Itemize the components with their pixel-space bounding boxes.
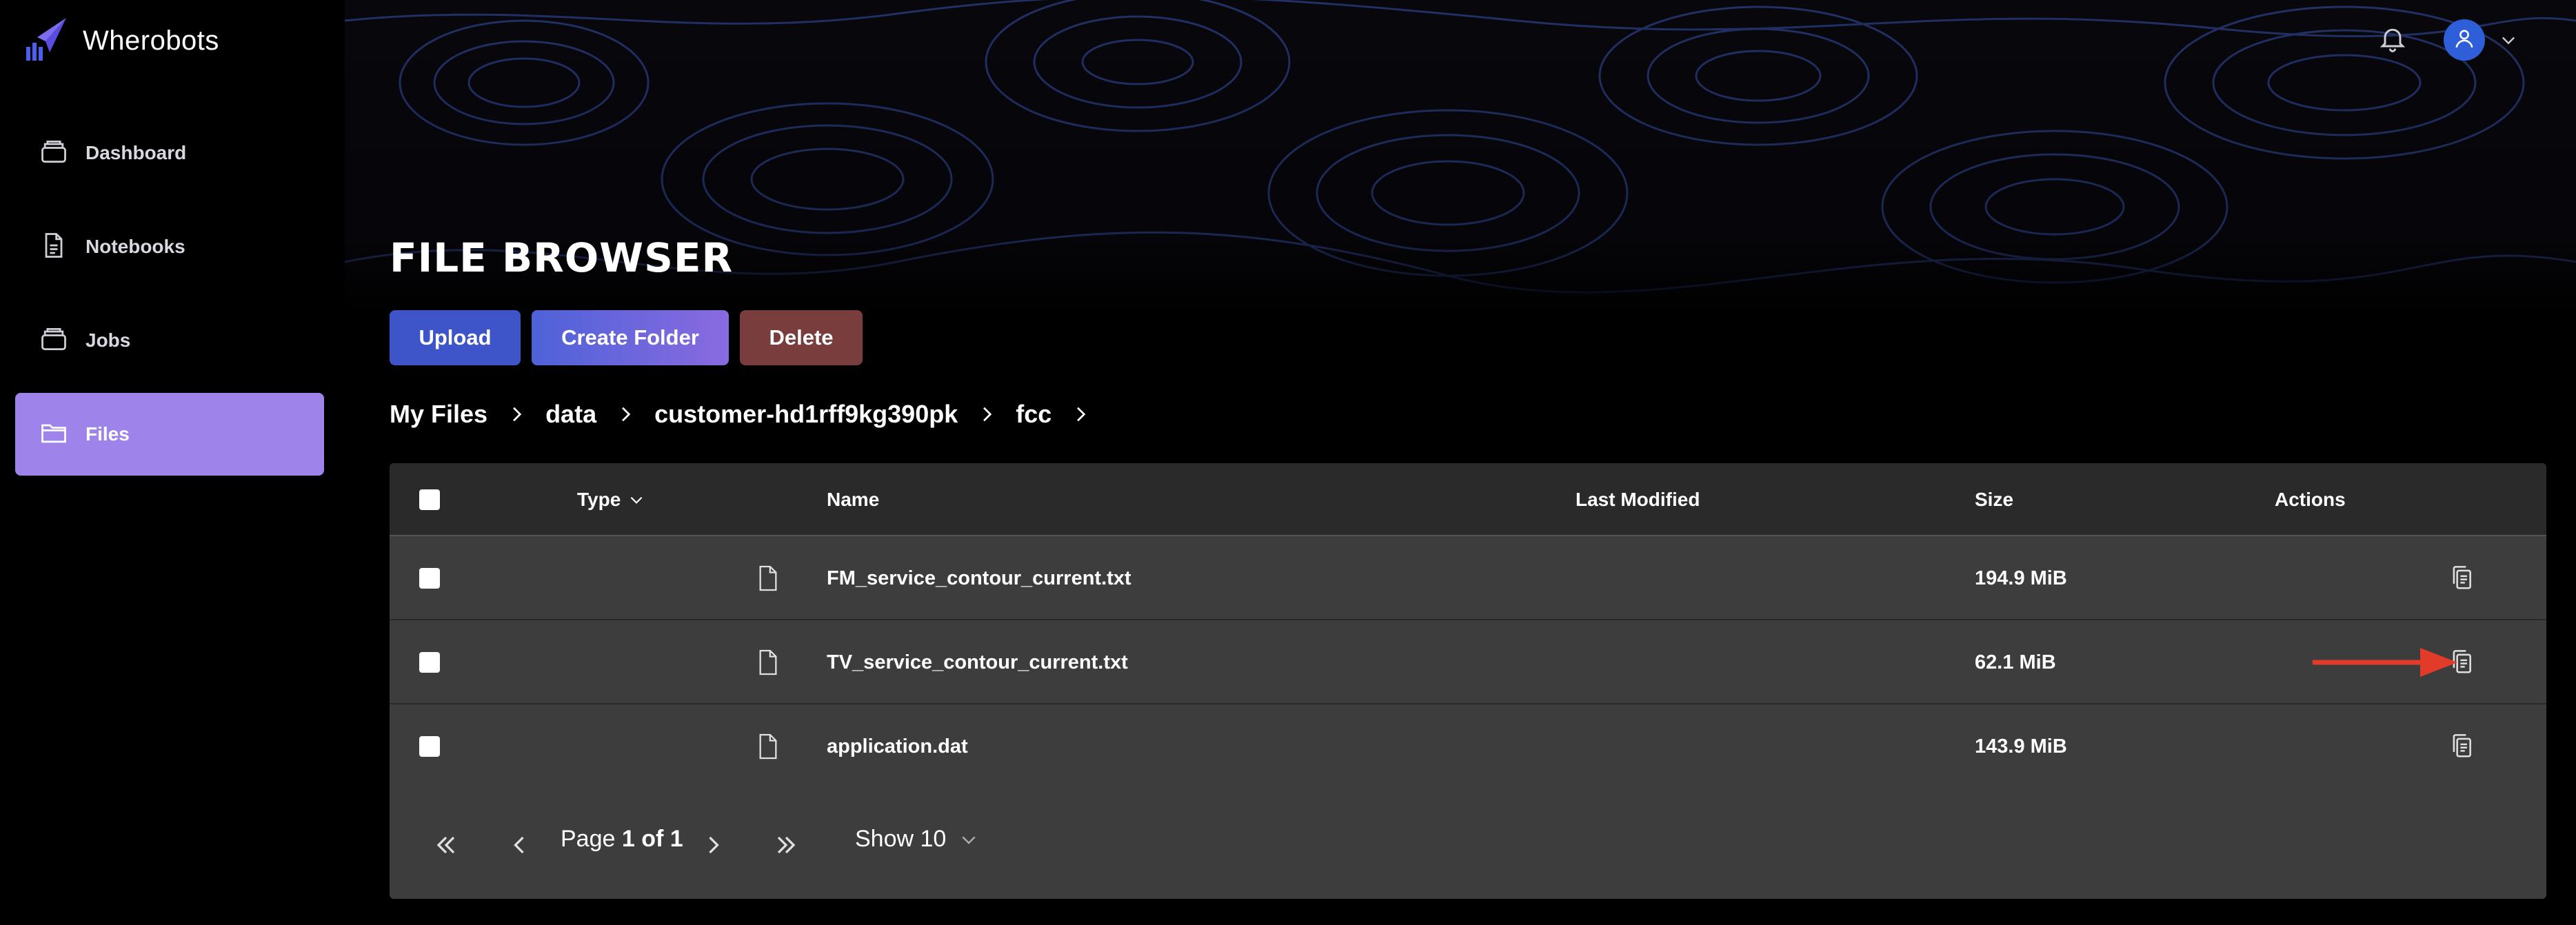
page-size-select[interactable]: Show 10 (855, 826, 979, 853)
breadcrumb-item-data[interactable]: data (545, 400, 596, 429)
table-row[interactable]: TV_service_contour_current.txt 62.1 MiB (390, 620, 2546, 704)
copy-path-icon[interactable] (2448, 732, 2475, 761)
copy-path-icon[interactable] (2448, 564, 2475, 593)
sidebar-item-label: Notebooks (85, 236, 185, 257)
next-page-icon[interactable] (698, 830, 729, 860)
sidebar-item-jobs[interactable]: Jobs (15, 299, 324, 382)
file-table: Type Name Last Modified Size Actions FM_… (390, 463, 2546, 899)
row-checkbox[interactable] (419, 568, 440, 589)
chevron-down-icon[interactable] (2499, 30, 2518, 50)
file-name[interactable]: application.dat (827, 704, 968, 789)
file-size: 62.1 MiB (1975, 651, 2056, 673)
file-name[interactable]: TV_service_contour_current.txt (827, 620, 1128, 704)
sidebar-item-notebooks[interactable]: Notebooks (15, 205, 324, 288)
sidebar-item-dashboard[interactable]: Dashboard (15, 112, 324, 194)
page-title: FILE BROWSER (390, 234, 734, 281)
table-row[interactable]: application.dat 143.9 MiB (390, 704, 2546, 789)
chevron-right-icon[interactable] (1069, 403, 1091, 425)
chevron-right-icon (614, 403, 636, 425)
sidebar-item-label: Dashboard (85, 142, 187, 163)
file-icon (756, 649, 780, 676)
breadcrumb-item-customer[interactable]: customer-hd1rff9kg390pk (654, 400, 958, 429)
chevron-right-icon (976, 403, 998, 425)
breadcrumb-item-my-files[interactable]: My Files (390, 400, 487, 429)
bell-icon[interactable] (2377, 23, 2408, 54)
chevron-down-icon (627, 491, 645, 509)
sidebar: Wherobots Dashboard Notebooks Jobs Files (0, 0, 345, 925)
user-icon (2453, 27, 2476, 54)
sidebar-item-label: Files (85, 423, 130, 445)
column-modified-header[interactable]: Last Modified (1576, 463, 1700, 536)
page-size-label: Show 10 (855, 826, 947, 852)
sidebar-item-label: Jobs (85, 329, 131, 351)
row-checkbox[interactable] (419, 652, 440, 673)
column-actions-header: Actions (2275, 489, 2346, 510)
column-type-header[interactable]: Type (577, 463, 645, 536)
folder-icon (39, 418, 69, 451)
app-name: Wherobots (83, 26, 219, 56)
breadcrumb: My Files data customer-hd1rff9kg390pk fc… (390, 396, 1109, 433)
previous-page-icon[interactable] (504, 830, 534, 860)
column-name-header[interactable]: Name (827, 463, 879, 536)
column-header-label: Type (577, 489, 621, 510)
database-icon (39, 324, 69, 358)
chevron-right-icon (505, 403, 527, 425)
sidebar-item-files[interactable]: Files (15, 393, 324, 476)
create-folder-button[interactable]: Create Folder (532, 310, 729, 365)
annotation-arrow-icon (2313, 648, 2457, 677)
file-size: 143.9 MiB (1975, 735, 2067, 758)
page-indicator: Page 1 of 1 (561, 826, 683, 853)
file-name[interactable]: FM_service_contour_current.txt (827, 536, 1131, 620)
table-header: Type Name Last Modified Size Actions (390, 463, 2546, 536)
file-size: 194.9 MiB (1975, 567, 2067, 589)
breadcrumb-item-fcc[interactable]: fcc (1016, 400, 1051, 429)
page-current: 1 of 1 (621, 826, 683, 852)
delete-button[interactable]: Delete (740, 310, 863, 365)
upload-button[interactable]: Upload (390, 310, 521, 365)
database-icon (39, 136, 69, 170)
document-icon (39, 230, 69, 264)
chevron-down-icon (958, 829, 979, 850)
pagination: Page 1 of 1 Show 10 (390, 795, 2546, 899)
file-icon (756, 565, 780, 592)
table-row[interactable]: FM_service_contour_current.txt 194.9 MiB (390, 536, 2546, 620)
wherobots-logo-icon (25, 17, 68, 65)
select-all-checkbox[interactable] (419, 489, 440, 510)
page-prefix: Page (561, 826, 616, 852)
app-logo[interactable]: Wherobots (25, 17, 219, 65)
column-size-header[interactable]: Size (1975, 463, 2013, 536)
row-checkbox[interactable] (419, 736, 440, 757)
file-icon (756, 733, 780, 760)
user-avatar[interactable] (2444, 19, 2485, 61)
last-page-icon[interactable] (771, 830, 801, 860)
first-page-icon[interactable] (431, 830, 461, 860)
